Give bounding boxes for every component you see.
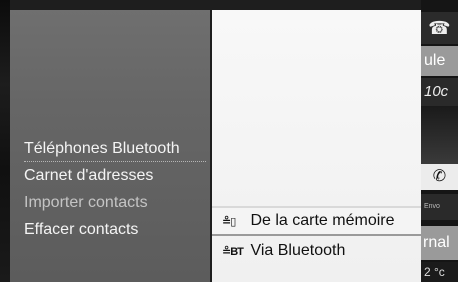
background-screen-clipped: ☎ ule 10c ✆ Envo rnal 2 °c [421,0,458,282]
menu-item-address-book[interactable]: Carnet d'adresses [24,162,206,189]
phone-handset-icon: ☎ [421,12,458,44]
submenu-item-from-memory-card[interactable]: ≗▯ De la carte mémoire [212,206,421,236]
menu-item-label: Téléphones Bluetooth [24,140,180,157]
contact-memory-card-icon: ≗▯ [222,216,236,228]
submenu-item-label: De la carte mémoire [250,212,395,229]
clipped-text-10c: 10c [421,78,458,106]
clipped-temperature: 2 °c [421,262,458,282]
main-menu: Téléphones Bluetooth Carnet d'adresses I… [24,135,206,243]
menu-item-label: Effacer contacts [24,221,139,238]
contact-bluetooth-icon: ≗BT [222,246,244,258]
clipped-text-ule: ule [421,46,458,76]
clipped-text-rnal: rnal [421,226,458,260]
menu-item-delete-contacts[interactable]: Effacer contacts [24,216,206,243]
screen: Téléphones Bluetooth Carnet d'adresses I… [0,0,458,282]
call-handset-icon: ✆ [421,164,458,190]
main-menu-panel: Téléphones Bluetooth Carnet d'adresses I… [10,10,210,282]
submenu-item-via-bluetooth[interactable]: ≗BT Via Bluetooth [212,236,421,266]
menu-item-import-contacts[interactable]: Importer contacts [24,189,206,216]
menu-item-label: Carnet d'adresses [24,167,154,184]
menu-item-bluetooth-phones[interactable]: Téléphones Bluetooth [24,135,206,162]
import-submenu: ≗▯ De la carte mémoire ≗BT Via Bluetooth [212,206,421,266]
clipped-text-envo: Envo [421,194,458,220]
left-strip [0,0,10,282]
submenu-item-label: Via Bluetooth [250,242,346,259]
clipped-dark-area [421,106,458,164]
menu-item-label: Importer contacts [24,194,148,211]
submenu-panel: ≗▯ De la carte mémoire ≗BT Via Bluetooth [212,10,421,282]
